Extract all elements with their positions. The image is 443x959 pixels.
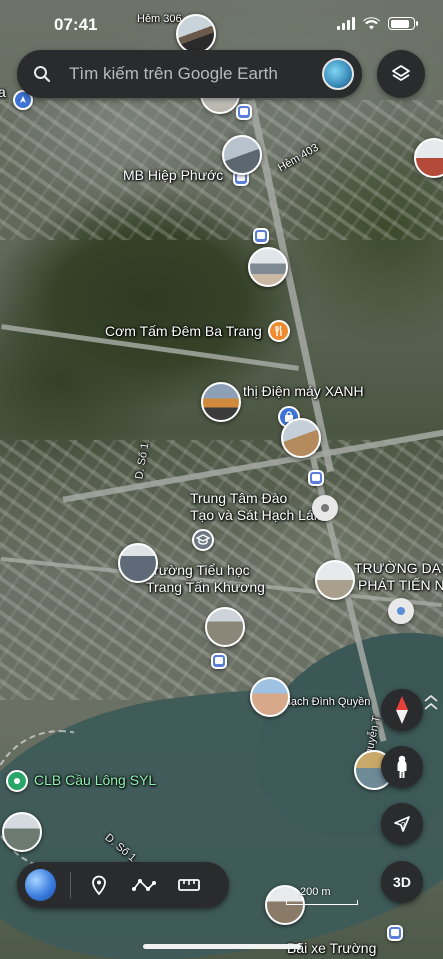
ruler-icon: [178, 879, 201, 891]
bus-stop-icon[interactable]: [253, 228, 269, 244]
map-label[interactable]: Trường Tiểu học: [146, 562, 250, 578]
svg-text:?: ?: [401, 821, 406, 830]
path-icon: [132, 879, 157, 891]
draw-path-button[interactable]: [130, 871, 157, 899]
map-label[interactable]: Trang Tấn Khương: [146, 579, 265, 595]
map-layers-button[interactable]: [377, 50, 425, 98]
location-pin-icon[interactable]: [388, 598, 414, 624]
photo-thumbnail[interactable]: [315, 560, 355, 600]
photo-thumbnail[interactable]: [265, 885, 305, 925]
map-label[interactable]: TRƯỜNG DẠY L: [354, 560, 443, 576]
photo-thumbnail[interactable]: [118, 543, 158, 583]
earth-menu-button[interactable]: [25, 869, 57, 901]
wifi-icon: [363, 17, 380, 30]
search-bar[interactable]: [17, 50, 362, 98]
map-pin-icon: [91, 875, 106, 895]
map-label[interactable]: Tạo và Sát Hạch Lái...: [190, 507, 329, 523]
3d-toggle-button[interactable]: 3D: [381, 861, 423, 903]
map-label[interactable]: Thạch Đình Quyền: [278, 696, 370, 708]
compass-button[interactable]: [381, 689, 423, 731]
scale-label: 200 m: [300, 886, 331, 898]
bus-stop-icon[interactable]: [308, 470, 324, 486]
restaurant-icon[interactable]: [268, 320, 290, 342]
satellite-map[interactable]: [0, 0, 443, 959]
divider: [70, 872, 72, 898]
bus-stop-icon[interactable]: [387, 925, 403, 941]
chevron-up-icon[interactable]: [423, 694, 439, 712]
photo-thumbnail[interactable]: [248, 247, 288, 287]
photo-thumbnail[interactable]: [2, 812, 42, 852]
location-pin-icon[interactable]: [312, 495, 338, 521]
home-indicator[interactable]: [143, 944, 301, 949]
add-place-button[interactable]: [85, 871, 112, 899]
battery-icon: [388, 17, 418, 30]
map-label[interactable]: PHÁT TIẾN N: [358, 577, 443, 593]
3d-label: 3D: [393, 874, 411, 890]
battery-level: [390, 19, 410, 28]
map-label[interactable]: thị Điện máy XANH: [243, 383, 364, 399]
map-label[interactable]: MB Hiệp Phước: [123, 167, 223, 183]
photo-thumbnail[interactable]: [250, 677, 290, 717]
school-icon[interactable]: [192, 529, 214, 551]
search-icon: [34, 66, 51, 83]
status-icons: [337, 17, 418, 30]
bus-stop-icon[interactable]: [236, 104, 252, 120]
status-time: 07:41: [54, 15, 98, 34]
bus-stop-icon[interactable]: [211, 653, 227, 669]
map-label: a: [0, 84, 6, 100]
search-input[interactable]: [69, 64, 322, 84]
location-arrow-icon: ?: [394, 816, 410, 832]
photo-thumbnail[interactable]: [281, 418, 321, 458]
map-label[interactable]: CLB Cầu Lông SYL: [34, 772, 156, 788]
sports-place-icon[interactable]: [6, 770, 28, 792]
status-bar: 07:41: [0, 0, 443, 46]
photo-thumbnail[interactable]: [222, 135, 262, 175]
photo-thumbnail[interactable]: [205, 607, 245, 647]
street-view-button[interactable]: [381, 746, 423, 788]
map-label[interactable]: Cơm Tấm Đêm Ba Trang: [105, 323, 262, 339]
scale-bar: [286, 900, 358, 905]
cellular-signal-icon: [337, 17, 355, 30]
layers-icon: [392, 65, 410, 81]
measure-button[interactable]: [176, 871, 203, 899]
compass-icon: [396, 696, 408, 724]
photo-thumbnail[interactable]: [201, 382, 241, 422]
pegman-icon: [397, 755, 407, 778]
bottom-toolbar: [17, 862, 229, 908]
my-location-button[interactable]: ?: [381, 803, 423, 845]
account-avatar[interactable]: [322, 58, 354, 90]
map-label[interactable]: Trung Tâm Đào: [190, 490, 287, 506]
